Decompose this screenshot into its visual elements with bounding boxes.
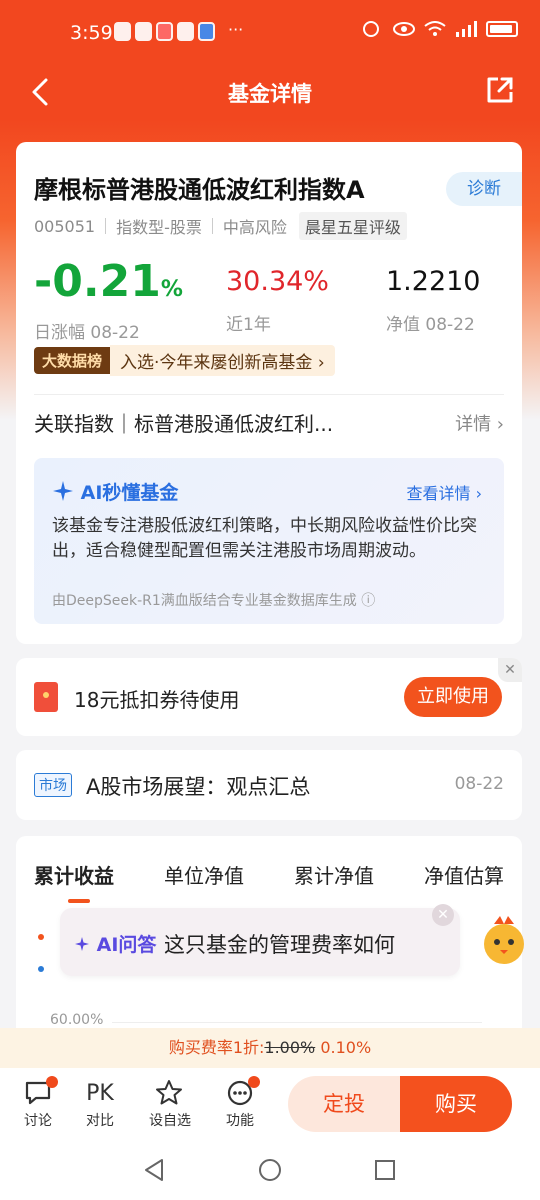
eye-icon (393, 22, 415, 36)
status-right (362, 20, 518, 38)
app-notification-icon (156, 22, 173, 41)
nav-value: 1.2210 (386, 266, 481, 297)
ai-view-details-link[interactable]: 查看详情 › (407, 480, 483, 504)
daily-change-stat: -0.21% 日涨幅 08-22 (34, 260, 183, 344)
status-bar: 3:59 ··· (0, 0, 540, 64)
year-return-label: 近1年 (226, 315, 271, 335)
regular-invest-button[interactable]: 定投 (288, 1076, 400, 1132)
divider (105, 218, 107, 234)
tab-accumulated-nav[interactable]: 累计净值 (294, 860, 374, 889)
nav-label: 净值 08-22 (386, 315, 475, 335)
big-data-ranking[interactable]: 大数据榜 入选·今年来屡创新高基金 › (34, 345, 335, 376)
fee-old: 1.00% (264, 1038, 316, 1057)
legend-dot (38, 966, 44, 972)
nfc-icon (363, 21, 379, 37)
ai-question-bubble[interactable]: AI问答 这只基金的管理费率如何 ✕ (60, 904, 460, 976)
fee-new: 0.10% (320, 1038, 372, 1057)
mascot-icon[interactable] (476, 912, 532, 968)
bottom-toolbar: 讨论 PK 对比 设自选 功能 定投 购买 (0, 1068, 540, 1138)
recents-square-icon[interactable] (374, 1159, 396, 1181)
index-detail-link[interactable]: 详情 › (455, 410, 504, 436)
tool-label: 设自选 (149, 1113, 191, 1129)
big-data-text: 入选·今年来屡创新高基金 › (110, 345, 335, 376)
big-data-badge: 大数据榜 (34, 347, 111, 374)
battery-icon (486, 21, 518, 37)
system-nav-bar (0, 1138, 540, 1200)
ai-ask-question: 这只基金的管理费率如何 (164, 933, 395, 957)
fund-name: 摩根标普港股通低波红利指数A (34, 176, 365, 204)
ai-source-note: 由DeepSeek-R1满血版结合专业基金数据库生成 ⓘ (52, 593, 376, 609)
nav-stat: 1.2210 净值 08-22 (386, 260, 480, 335)
pk-icon: PK (86, 1080, 114, 1106)
fee-prefix: 购买费率1折: (168, 1038, 265, 1057)
fund-code: 005051 (34, 216, 96, 236)
related-index-label: 关联指数｜标普港股通低波红利... (34, 412, 334, 436)
market-news-card[interactable]: 市场 A股市场展望：观点汇总 08-22 (16, 750, 522, 820)
diagnose-button[interactable]: 诊断 (446, 172, 522, 206)
compare-button[interactable]: PK 对比 (70, 1076, 130, 1130)
ai-summary-box: AI秒懂基金 查看详情 › 该基金专注港股低波红利策略，中长期风险收益性价比突出… (34, 458, 504, 624)
coupon-text: 18元抵扣券待使用 (74, 688, 240, 712)
fund-risk: 中高风险 (222, 218, 287, 237)
market-tag: 市场 (34, 773, 72, 797)
app-notification-icon (114, 22, 131, 41)
red-packet-icon (34, 682, 58, 712)
grid-line (112, 1022, 482, 1023)
signal-icon (456, 21, 477, 37)
fund-rating: 晨星五星评级 (298, 212, 407, 240)
ai-ask-label: AI问答 (74, 930, 156, 957)
fund-type: 指数型-股票 (116, 218, 202, 237)
daily-change-value: -0.21 (34, 256, 161, 307)
divider (34, 394, 504, 395)
legend-dot (38, 934, 44, 940)
back-triangle-icon[interactable] (142, 1158, 166, 1182)
close-icon[interactable]: ✕ (498, 658, 522, 682)
status-time: 3:59 (70, 22, 113, 44)
purchase-fee-bar: 购买费率1折:1.00% 0.10% (0, 1028, 540, 1068)
year-return-value: 30.34% (226, 266, 329, 297)
tab-unit-nav[interactable]: 单位净值 (164, 860, 244, 889)
tool-label: 功能 (226, 1113, 254, 1129)
status-more-icon: ··· (228, 20, 244, 39)
wifi-icon (424, 21, 446, 36)
add-watchlist-button[interactable]: 设自选 (140, 1076, 200, 1130)
tab-cumulative-return[interactable]: 累计收益 (34, 860, 114, 903)
use-coupon-button[interactable]: 立即使用 (404, 677, 502, 717)
y-axis-tick: 60.00% (50, 1012, 104, 1028)
star-add-icon (156, 1080, 182, 1105)
discuss-button[interactable]: 讨论 (8, 1076, 68, 1130)
app-notification-icon (177, 22, 194, 41)
app-notification-icon (198, 22, 215, 41)
tool-label: 对比 (86, 1113, 114, 1129)
related-index-row[interactable]: 关联指数｜标普港股通低波红利... 详情 › (34, 408, 504, 438)
notification-icons (114, 22, 215, 41)
daily-change-unit: % (160, 277, 183, 302)
fund-meta: 005051 指数型-股票 中高风险 晨星五星评级 (34, 212, 407, 240)
functions-button[interactable]: 功能 (210, 1076, 270, 1130)
coupon-card: 18元抵扣券待使用 立即使用 ✕ (16, 658, 522, 736)
close-icon[interactable]: ✕ (432, 904, 454, 926)
tab-nav-estimate[interactable]: 净值估算 (424, 860, 504, 889)
notification-dot (46, 1076, 58, 1088)
divider (211, 218, 213, 234)
sparkle-icon (75, 937, 89, 951)
buy-button[interactable]: 购买 (400, 1076, 512, 1132)
tool-label: 讨论 (24, 1113, 52, 1129)
ai-summary-title: AI秒懂基金 (52, 478, 178, 505)
year-return-stat: 30.34% 近1年 (226, 260, 329, 335)
chart-tabs: 累计收益 单位净值 累计净值 净值估算 (34, 860, 504, 903)
home-circle-icon[interactable] (258, 1158, 282, 1182)
app-notification-icon (135, 22, 152, 41)
news-title: A股市场展望：观点汇总 (86, 775, 311, 799)
nav-bar: 基金详情 (0, 64, 540, 120)
page-title: 基金详情 (228, 82, 312, 106)
news-date: 08-22 (454, 774, 504, 794)
sparkle-icon (53, 481, 73, 501)
ai-summary-text: 该基金专注港股低波红利策略，中长期风险收益性价比突出，适合稳健型配置但需关注港股… (52, 516, 477, 561)
daily-change-label: 日涨幅 08-22 (34, 323, 140, 343)
share-icon[interactable] (484, 74, 516, 106)
notification-dot (248, 1076, 260, 1088)
fund-summary-card: 摩根标普港股通低波红利指数A 诊断 005051 指数型-股票 中高风险 晨星五… (16, 142, 522, 644)
